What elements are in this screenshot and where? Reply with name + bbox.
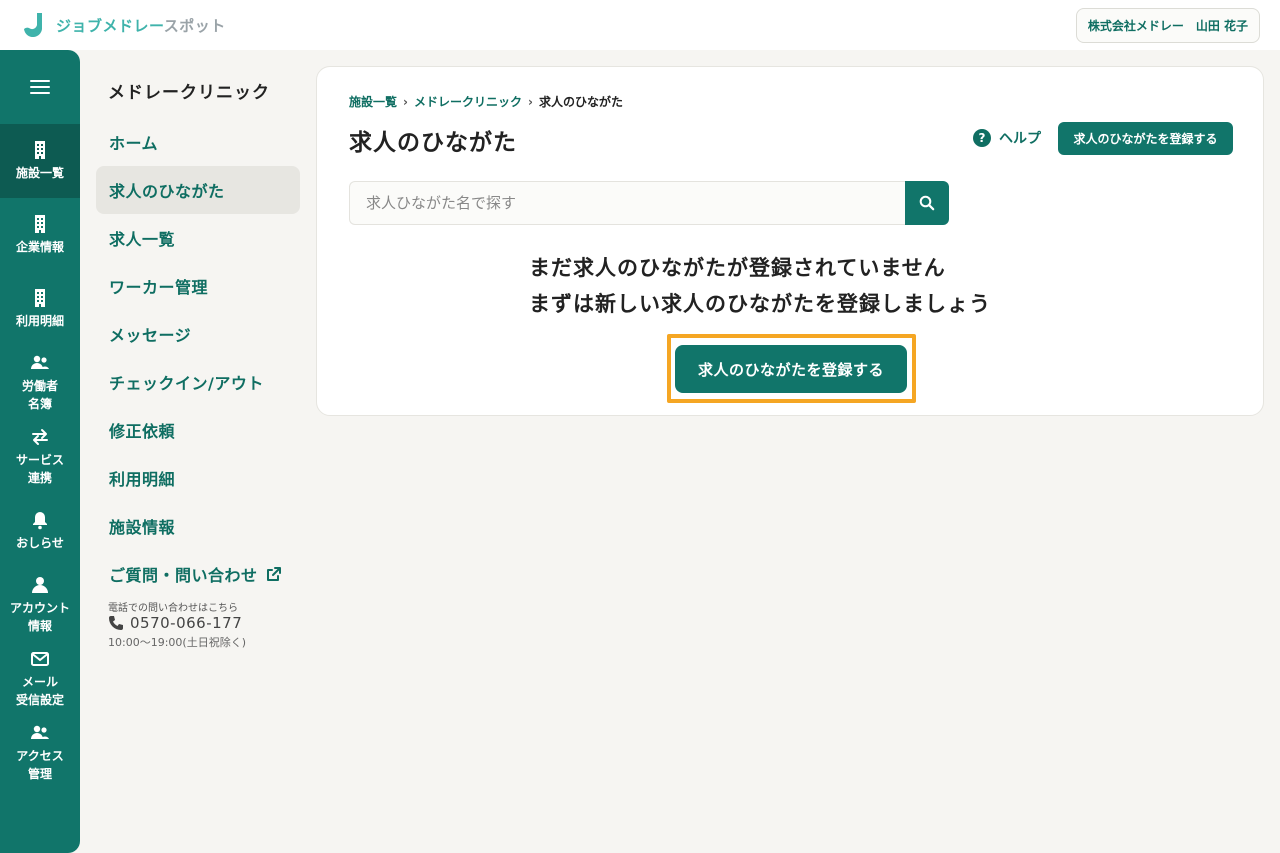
hamburger-icon [30,80,50,94]
rail-item-facilities[interactable]: 施設一覧 [0,124,80,198]
rail-item-company[interactable]: 企業情報 [0,198,80,272]
rail-item-label: 受信設定 [15,693,64,707]
subnav-item-job-list[interactable]: 求人一覧 [96,214,300,262]
search-button[interactable] [905,181,949,225]
building-icon [35,141,45,159]
rail-item-label: 労働者 [21,379,58,393]
subnav-item-contact[interactable]: ご質問・問い合わせ [96,550,300,598]
contact-note: 電話での問い合わせはこちら [108,603,238,614]
breadcrumb: 施設一覧 › メドレークリニック › 求人のひながた [349,93,623,110]
search-icon [919,195,935,211]
rail-item-account[interactable]: アカウント 情報 [0,568,80,642]
app-logo[interactable]: ジョブメドレースポット [20,11,226,39]
rail-item-label: 情報 [27,619,52,633]
help-icon: ? [973,129,991,147]
phone-icon [109,616,123,630]
rail-item-label: 企業情報 [15,240,64,254]
help-label: ヘルプ [999,131,1041,147]
subnav-item-checkin-out[interactable]: チェックイン/アウト [96,358,300,406]
breadcrumb-current: 求人のひながた [538,95,623,109]
user-icon [32,577,48,593]
bell-icon [33,512,47,530]
help-link[interactable]: ? ヘルプ [973,128,1041,148]
rail-item-label: アカウント [9,601,70,615]
subnav-item-label: ご質問・問い合わせ [109,566,258,585]
subnav-item-facility-info[interactable]: 施設情報 [96,502,300,550]
rail-item-notifications[interactable]: おしらせ [0,494,80,568]
breadcrumb-facility[interactable]: メドレークリニック [414,93,522,110]
rail-item-label: 利用明細 [15,314,64,328]
users-icon [31,355,49,369]
swap-arrows-icon [32,429,48,445]
rail-item-access-management[interactable]: アクセス 管理 [0,716,80,790]
rail-item-label: サービス [15,453,64,467]
register-template-button[interactable]: 求人のひながたを登録する [1058,122,1233,155]
subnav-item-billing[interactable]: 利用明細 [96,454,300,502]
rail-item-label: 管理 [27,767,52,781]
logo-text: ジョブメドレースポット [56,16,226,35]
facility-name: メドレークリニック [108,83,270,103]
top-header: ジョブメドレースポット 株式会社メドレー 山田 花子 [0,0,1280,50]
subnav-item-worker-management[interactable]: ワーカー管理 [96,262,300,310]
menu-toggle-button[interactable] [0,50,80,124]
building-icon [35,215,45,233]
empty-state-line: まずは新しい求人のひながたを登録しましょう [529,292,991,316]
logo-mark-icon [24,13,43,38]
rail-item-mail-settings[interactable]: メール 受信設定 [0,642,80,716]
chevron-right-icon: › [403,94,408,109]
mail-icon [31,652,49,666]
subnav-item-job-templates[interactable]: 求人のひながた [96,166,300,214]
job-templates-card: 施設一覧 › メドレークリニック › 求人のひながた 求人のひながた ? ヘルプ… [316,66,1264,416]
rail-item-label: 連携 [27,471,52,485]
facility-subnav: メドレークリニック ホーム 求人のひながた 求人一覧 ワーカー管理 メッセージ … [80,50,316,853]
account-menu[interactable]: 株式会社メドレー 山田 花子 [1075,7,1260,43]
subnav-item-correction-requests[interactable]: 修正依頼 [96,406,300,454]
rail-item-service-integration[interactable]: サービス 連携 [0,420,80,494]
external-link-icon [266,567,281,581]
contact-phone[interactable]: 0570-066-177 [108,614,242,632]
empty-state-message: まだ求人のひながたが登録されていません まずは新しい求人のひながたを登録しましょ… [529,250,991,322]
rail-item-label: 施設一覧 [15,166,64,180]
global-nav-rail: 施設一覧 企業情報 利用明細 労働者 名簿 サービス 連携 おしらせ アカウント… [0,50,80,853]
rail-item-label: メール [21,675,58,689]
rail-item-billing[interactable]: 利用明細 [0,272,80,346]
rail-item-label: 名簿 [27,397,52,411]
contact-hours: 10:00〜19:00(土日祝除く) [108,636,246,649]
phone-number: 0570-066-177 [130,614,243,632]
rail-item-workers-roster[interactable]: 労働者 名簿 [0,346,80,420]
page-title: 求人のひながた [349,130,517,156]
search-input[interactable] [349,181,905,225]
subnav-item-messages[interactable]: メッセージ [96,310,300,358]
users-icon [31,725,49,739]
empty-state-line: まだ求人のひながたが登録されていません [529,256,946,280]
building-icon [35,289,45,307]
breadcrumb-facilities[interactable]: 施設一覧 [349,93,397,110]
template-search [349,181,949,225]
subnav-item-home[interactable]: ホーム [96,118,300,166]
rail-item-label: アクセス [16,749,64,763]
chevron-right-icon: › [527,94,533,109]
empty-state-register-button[interactable]: 求人のひながたを登録する [675,345,907,393]
rail-item-label: おしらせ [16,536,64,550]
